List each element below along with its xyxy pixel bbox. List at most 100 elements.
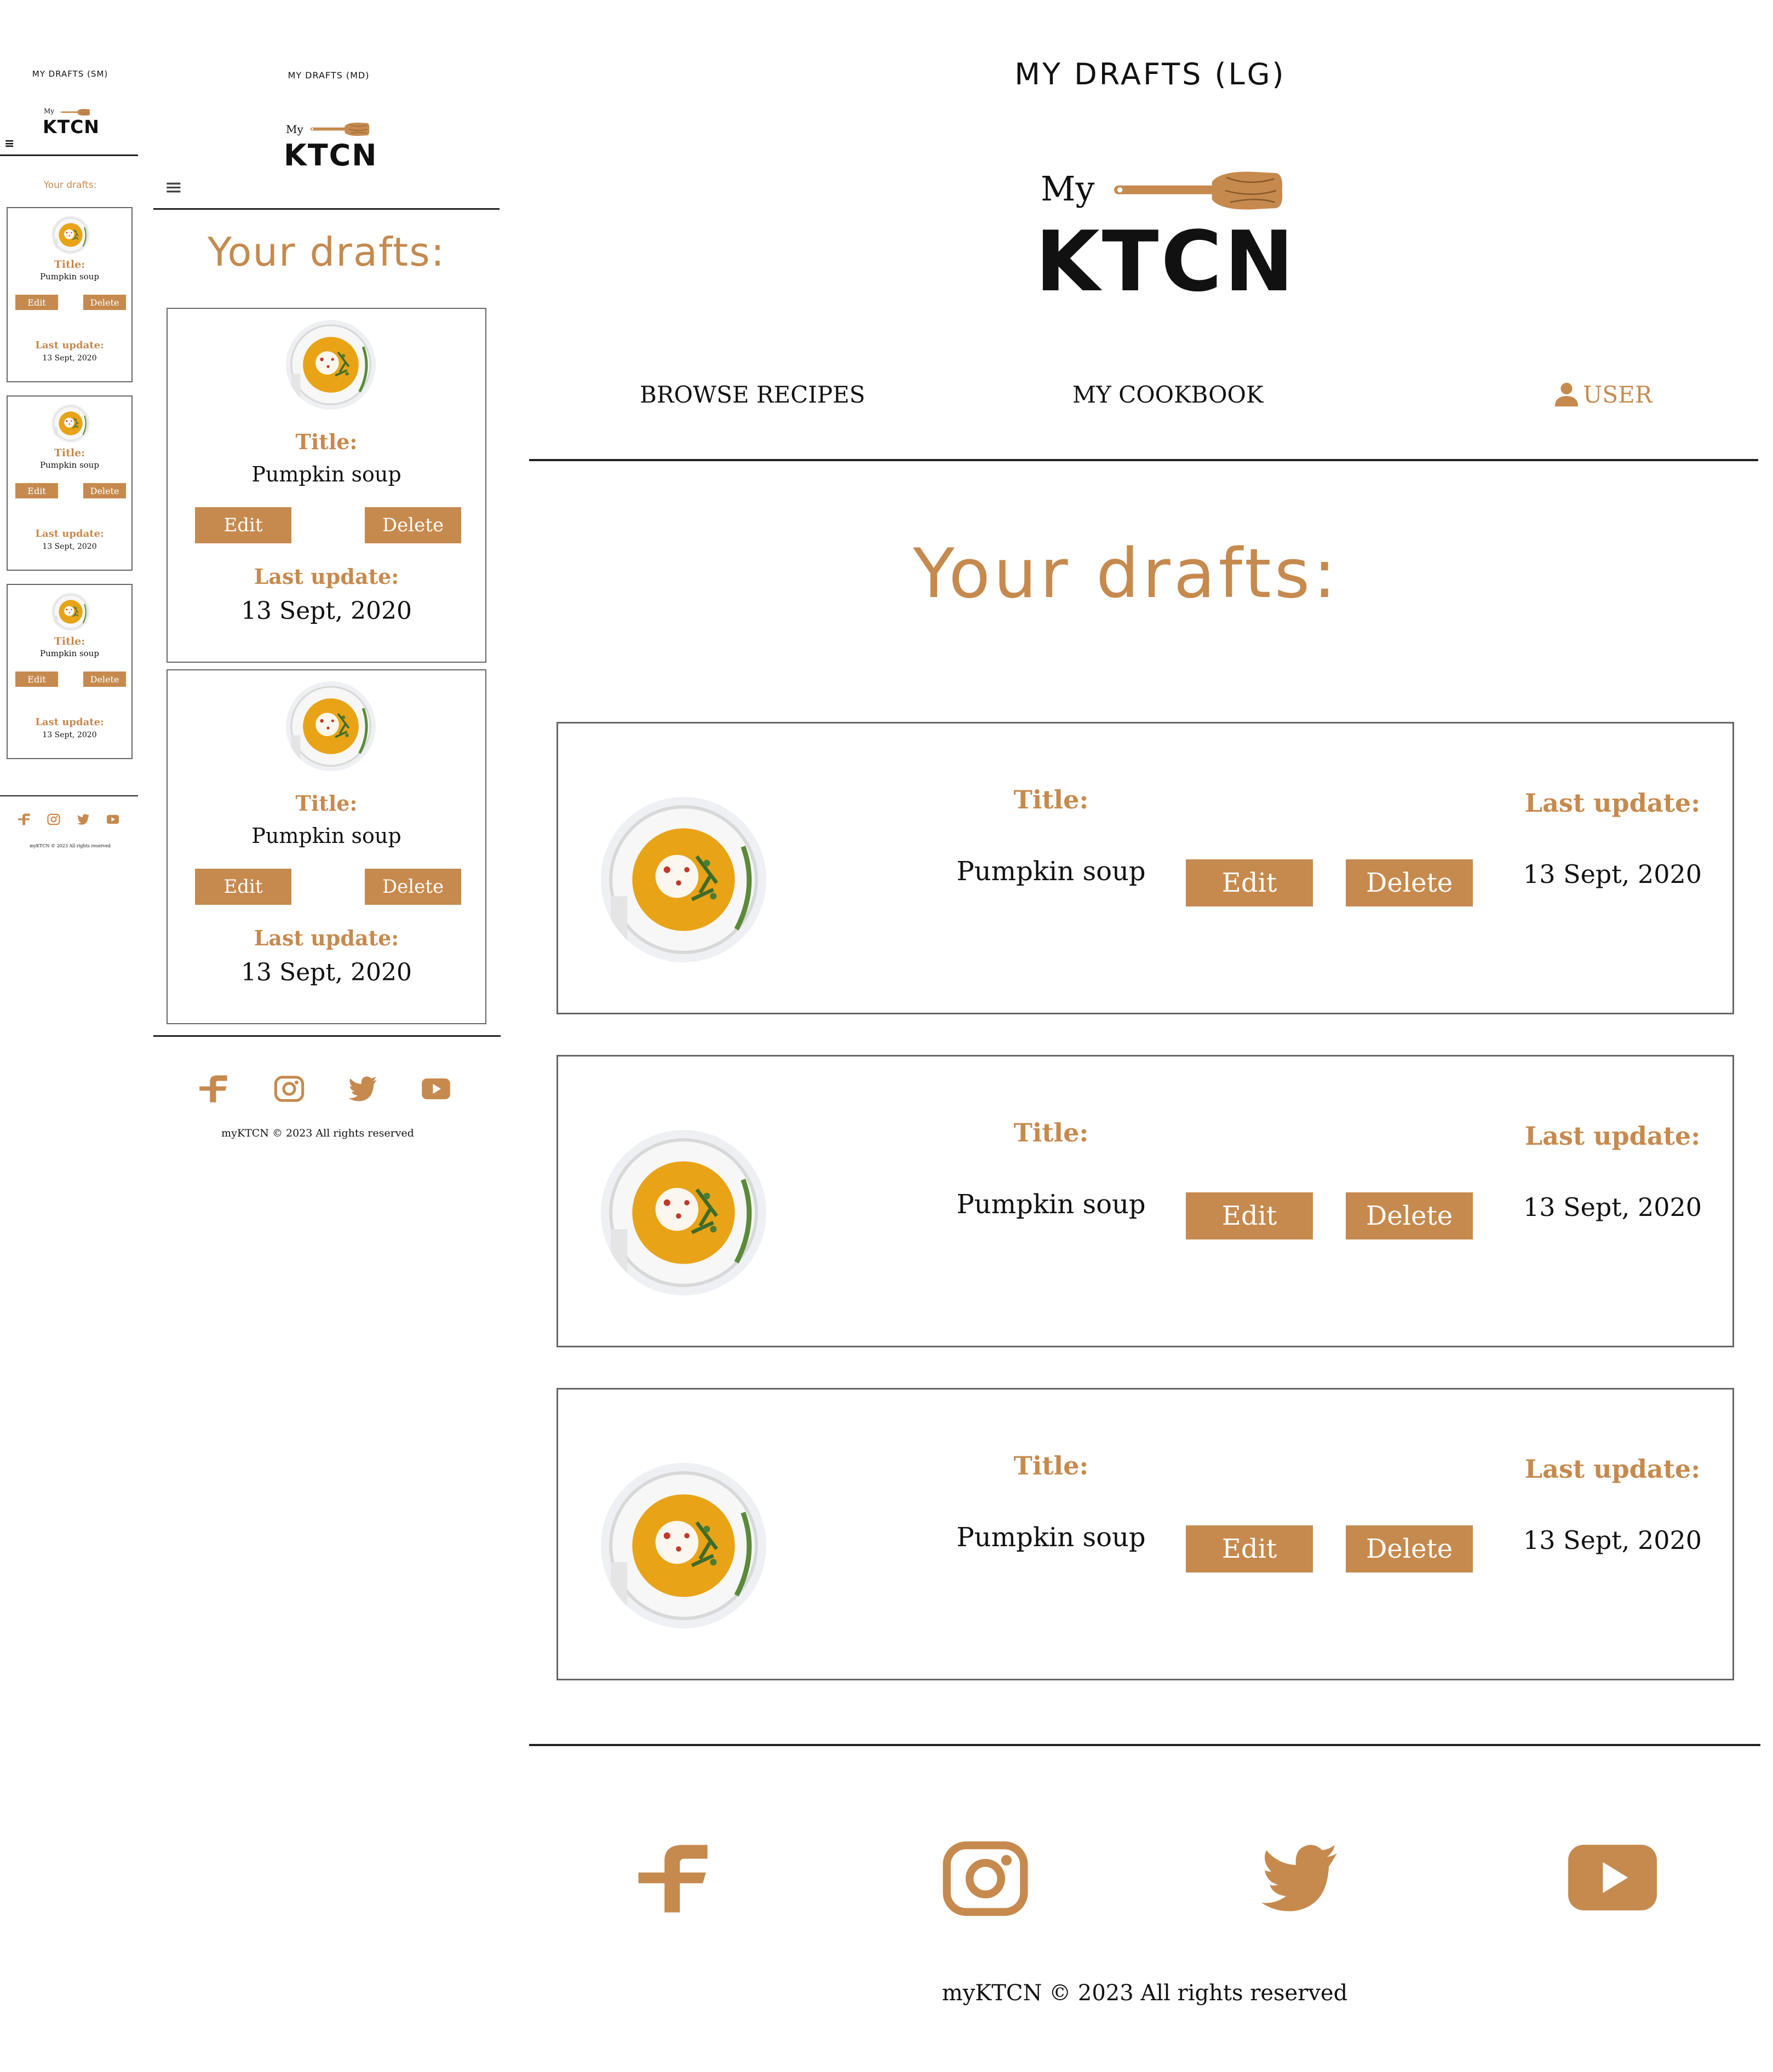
copyright: myKTCN © 2023 All rights reserved: [942, 1981, 1348, 2006]
last-update-date: 13 Sept, 2020: [1523, 1525, 1702, 1555]
last-update-label: Last update:: [1524, 1121, 1701, 1151]
delete-button[interactable]: Delete: [1346, 859, 1473, 906]
last-update-label: Last update:: [1524, 788, 1701, 818]
youtube-icon[interactable]: [106, 813, 119, 826]
facebook-icon[interactable]: [198, 1074, 229, 1104]
last-update-date: 13 Sept, 2020: [241, 958, 412, 986]
edit-button[interactable]: Edit: [1186, 859, 1313, 906]
draft-card: Title: Pumpkin soup Edit Delete Last upd…: [556, 1055, 1734, 1347]
recipe-title: Pumpkin soup: [251, 462, 401, 486]
recipe-image: [51, 593, 90, 631]
title-label: Title:: [54, 259, 85, 271]
edit-button[interactable]: Edit: [15, 671, 58, 687]
logo-sm[interactable]: My KTCN: [41, 105, 106, 138]
frame-title-lg: MY DRAFTS (LG): [1014, 57, 1286, 91]
frame-title-md: MY DRAFTS (MD): [288, 70, 370, 81]
title-label: Title:: [1013, 1118, 1089, 1147]
logo-lg[interactable]: My KTCN: [1033, 164, 1296, 312]
hamburger-menu-icon[interactable]: ≡: [4, 138, 14, 150]
page-title: Your drafts:: [913, 535, 1340, 613]
page-title: Your drafts:: [43, 180, 97, 191]
draft-card: Title: Pumpkin soup Edit Delete Last upd…: [167, 308, 486, 663]
title-label: Title:: [54, 635, 85, 647]
instagram-icon[interactable]: [934, 1835, 1036, 1922]
recipe-title: Pumpkin soup: [956, 856, 1146, 887]
edit-button[interactable]: Edit: [15, 483, 58, 498]
title-label: Title:: [54, 447, 85, 459]
recipe-image: [286, 320, 376, 410]
recipe-image: [51, 216, 90, 254]
last-update-date: 13 Sept, 2020: [1523, 859, 1702, 889]
draft-card: Title: Pumpkin soup Edit Delete Last upd…: [556, 1388, 1734, 1680]
delete-button[interactable]: Delete: [365, 869, 461, 905]
draft-card: Title: Pumpkin soup Edit Delete Last upd…: [7, 207, 133, 382]
edit-button[interactable]: Edit: [195, 869, 291, 905]
last-update-label: Last update:: [35, 716, 104, 728]
twitter-icon[interactable]: [347, 1074, 378, 1104]
instagram-icon[interactable]: [47, 813, 60, 826]
footer-divider: [153, 1035, 501, 1037]
nav-user-label: USER: [1583, 381, 1652, 408]
logo-my: My: [286, 123, 303, 136]
recipe-image: [601, 797, 766, 962]
edit-button[interactable]: Edit: [1186, 1525, 1313, 1572]
draft-card: Title: Pumpkin soup Edit Delete Last upd…: [556, 722, 1734, 1014]
copyright: myKTCN © 2023 All rights reserved: [221, 1127, 414, 1139]
title-label: Title:: [295, 791, 358, 816]
last-update-label: Last update:: [1524, 1454, 1701, 1484]
edit-button[interactable]: Edit: [15, 295, 58, 310]
last-update-label: Last update:: [35, 528, 104, 539]
facebook-icon[interactable]: [623, 1840, 724, 1917]
title-label: Title:: [1013, 785, 1089, 814]
delete-button[interactable]: Delete: [83, 295, 126, 310]
header-divider: [0, 154, 138, 156]
twitter-icon[interactable]: [1250, 1837, 1349, 1919]
youtube-icon[interactable]: [1562, 1829, 1663, 1926]
recipe-title: Pumpkin soup: [40, 460, 99, 470]
frame-title-sm: MY DRAFTS (SM): [32, 69, 108, 79]
draft-card: Title: Pumpkin soup Edit Delete Last upd…: [167, 669, 486, 1024]
delete-button[interactable]: Delete: [83, 671, 126, 687]
twitter-icon[interactable]: [77, 813, 90, 826]
hamburger-menu-icon[interactable]: ≡: [164, 176, 183, 198]
footer-divider: [529, 1744, 1760, 1746]
facebook-icon[interactable]: [18, 813, 31, 826]
draft-card: Title: Pumpkin soup Edit Delete Last upd…: [7, 584, 133, 759]
title-label: Title:: [1013, 1451, 1089, 1480]
nav-browse-recipes[interactable]: BROWSE RECIPES: [640, 381, 865, 408]
logo-ktcn: KTCN: [1035, 213, 1296, 310]
delete-button[interactable]: Delete: [1346, 1192, 1473, 1239]
last-update-date: 13 Sept, 2020: [42, 354, 97, 363]
copyright: myKTCN © 2023 All rights reserved: [29, 843, 111, 848]
delete-button[interactable]: Delete: [1346, 1525, 1473, 1572]
recipe-title: Pumpkin soup: [40, 648, 99, 658]
recipe-image: [601, 1130, 766, 1295]
user-icon: [1553, 381, 1580, 407]
last-update-label: Last update:: [254, 564, 399, 589]
logo-ktcn: KTCN: [284, 138, 378, 173]
spoon-logo-icon: [57, 108, 93, 116]
last-update-date: 13 Sept, 2020: [1523, 1192, 1702, 1222]
youtube-icon[interactable]: [421, 1074, 451, 1104]
page-title: Your drafts:: [207, 229, 446, 275]
header-divider: [529, 459, 1758, 461]
last-update-date: 13 Sept, 2020: [241, 597, 412, 625]
edit-button[interactable]: Edit: [195, 507, 291, 543]
spoon-logo-icon: [1110, 169, 1285, 213]
recipe-title: Pumpkin soup: [40, 272, 99, 282]
delete-button[interactable]: Delete: [83, 483, 126, 498]
instagram-icon[interactable]: [274, 1074, 305, 1104]
draft-card: Title: Pumpkin soup Edit Delete Last upd…: [7, 395, 133, 571]
logo-my: My: [44, 107, 55, 115]
footer-divider: [0, 795, 138, 796]
spoon-logo-icon: [308, 122, 371, 137]
delete-button[interactable]: Delete: [365, 507, 461, 543]
recipe-title: Pumpkin soup: [956, 1189, 1146, 1220]
logo-ktcn: KTCN: [43, 116, 100, 137]
nav-user[interactable]: USER: [1553, 379, 1652, 410]
edit-button[interactable]: Edit: [1186, 1192, 1313, 1239]
nav-my-cookbook[interactable]: MY COOKBOOK: [1072, 381, 1263, 408]
recipe-title: Pumpkin soup: [956, 1522, 1146, 1553]
last-update-label: Last update:: [35, 340, 104, 351]
logo-md[interactable]: My KTCN: [284, 119, 377, 174]
